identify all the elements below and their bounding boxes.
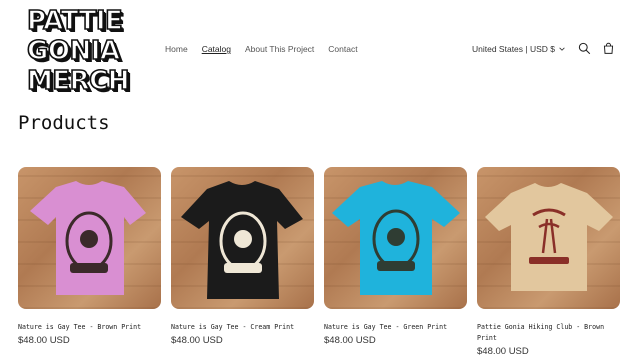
product-card[interactable]: Nature is Gay Tee - Green Print $48.00 U… [324,167,467,357]
locale-selector[interactable]: United States | USD $ [472,44,565,54]
product-price: $48.00 USD [477,346,529,357]
product-card[interactable]: Pattie Gonia Hiking Club - Brown Print $… [477,167,620,357]
product-price: $48.00 USD [171,335,223,346]
nav-home[interactable]: Home [165,44,188,54]
product-image[interactable] [18,167,161,309]
product-image[interactable] [171,167,314,309]
product-title[interactable]: Nature is Gay Tee - Brown Print [18,322,161,333]
nav-contact[interactable]: Contact [328,44,357,54]
product-price: $48.00 USD [18,335,70,346]
locale-label: United States | USD $ [472,44,555,54]
product-image[interactable] [324,167,467,309]
page-title: Products [18,112,110,134]
product-card[interactable]: Nature is Gay Tee - Cream Print $48.00 U… [171,167,314,357]
logo-line-1: PATTIE [26,6,123,36]
nav-about[interactable]: About This Project [245,44,314,54]
cart-icon[interactable] [602,42,615,55]
product-card[interactable]: Nature is Gay Tee - Brown Print $48.00 U… [18,167,161,357]
nav-catalog[interactable]: Catalog [202,44,231,54]
product-grid: Nature is Gay Tee - Brown Print $48.00 U… [18,167,620,357]
product-title[interactable]: Nature is Gay Tee - Green Print [324,322,467,333]
product-title[interactable]: Nature is Gay Tee - Cream Print [171,322,314,333]
logo-line-2: GONIA [26,36,121,66]
product-image[interactable] [477,167,620,309]
logo-line-3: MERCH [26,66,130,96]
main-nav: Home Catalog About This Project Contact [165,44,358,54]
product-title[interactable]: Pattie Gonia Hiking Club - Brown Print [477,322,620,344]
brand-logo[interactable]: PATTIE GONIA MERCH [26,6,137,96]
product-price: $48.00 USD [324,335,376,346]
chevron-down-icon [559,47,565,51]
search-icon[interactable] [578,42,591,55]
